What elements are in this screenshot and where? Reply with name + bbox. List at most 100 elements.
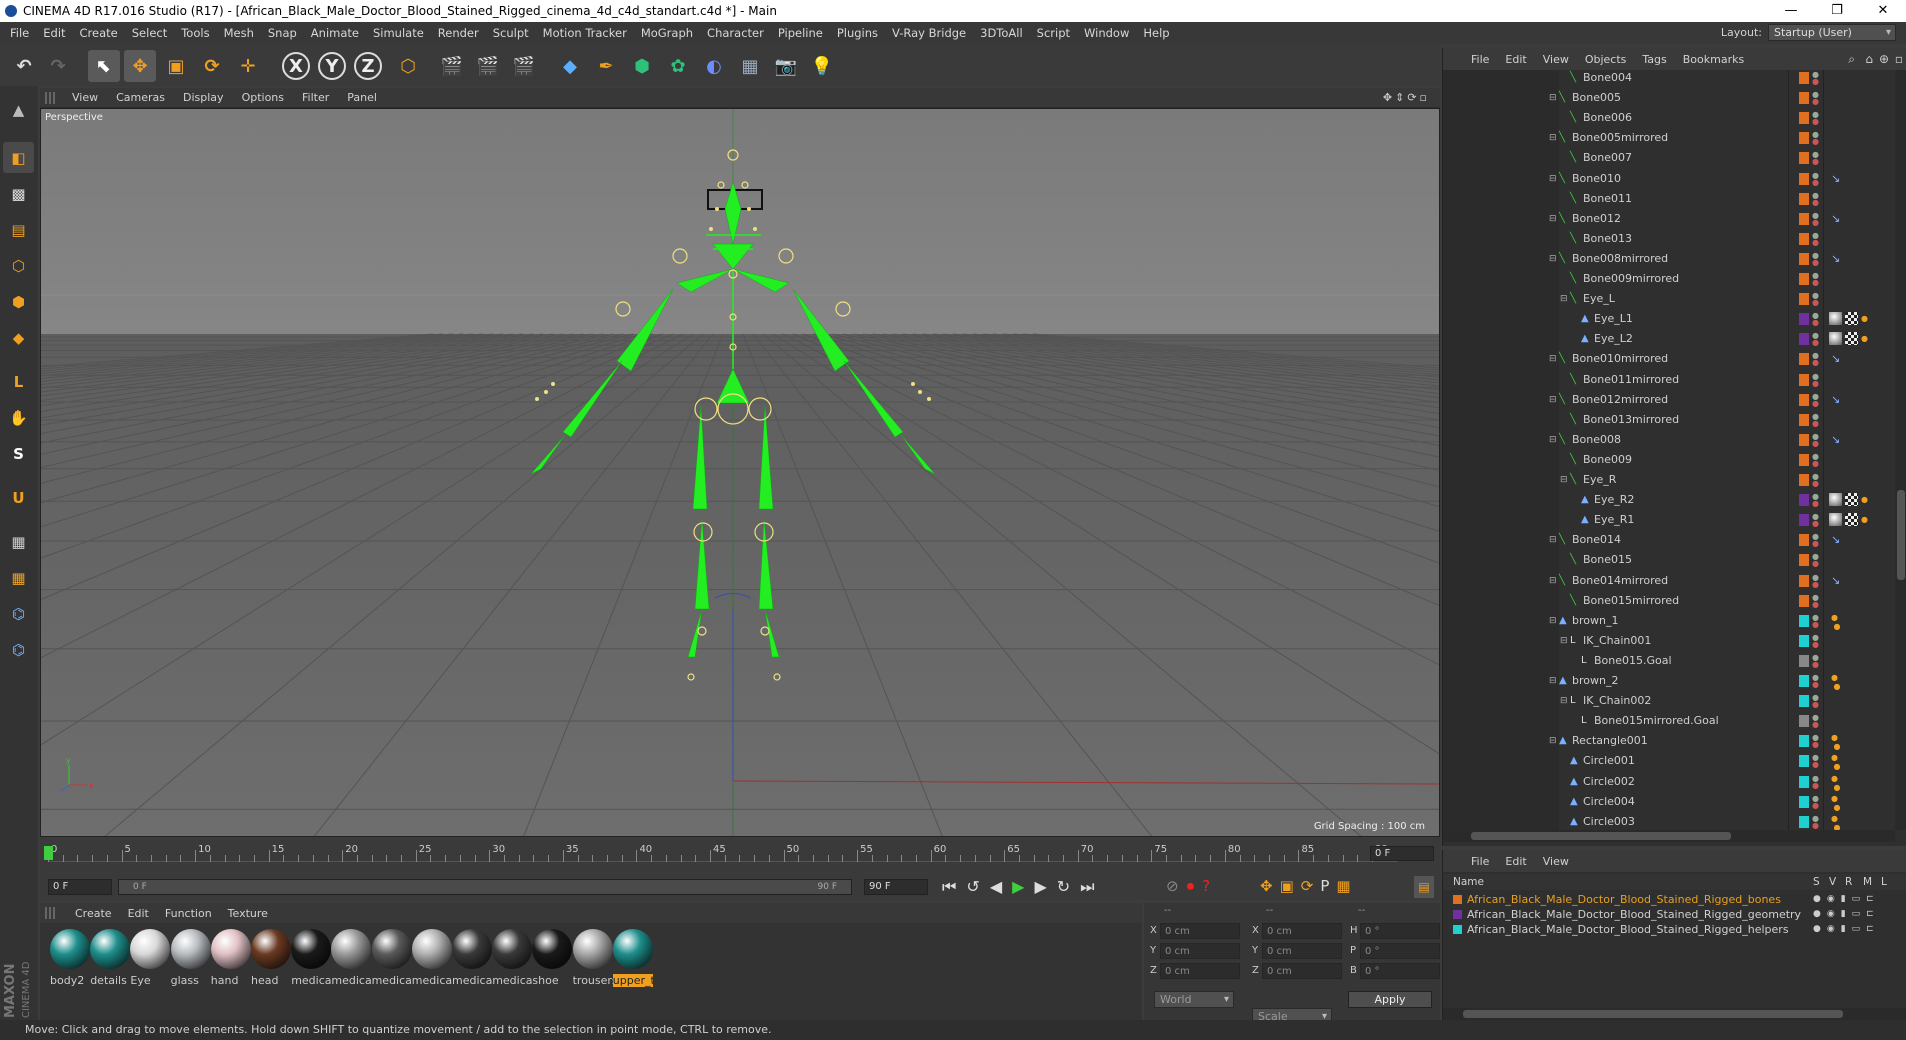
obj-new-view-icon[interactable]: ⊕ (1879, 52, 1889, 66)
object-row[interactable]: ⊟ ╲ Bone008mirrored ● ● ↘ (1443, 249, 1895, 269)
object-row[interactable]: ⊟ ╲ Bone010 ● ● ↘ (1443, 169, 1895, 189)
object-tree[interactable]: ╲ Bone004 ● ● ⊟ ╲ Bone005 ● ● ╲ Bone006 ● ● ⊟ ╲ Bone005… (1443, 70, 1895, 830)
viewport-menu-options[interactable]: Options (233, 91, 293, 104)
expand-toggle-icon[interactable]: ⊟ (1549, 349, 1557, 369)
record-buttons[interactable]: ⊘⏺? (1166, 877, 1218, 895)
visibility-dots-icon[interactable]: ● ● (1812, 774, 1819, 789)
layer-name[interactable]: African_Black_Male_Doctor_Blood_Stained_… (1467, 907, 1811, 922)
render-settings-icon[interactable]: 🎬 (508, 50, 540, 82)
object-scroll-thumb[interactable] (1897, 490, 1905, 580)
material-swatch[interactable]: glass (169, 929, 215, 993)
object-row[interactable]: ⊟ ▲ Rectangle001 ● ● ● ● (1443, 731, 1895, 751)
visibility-dots-icon[interactable]: ● ● (1812, 613, 1819, 628)
material-preview-ball[interactable] (170, 929, 211, 969)
menu-mesh[interactable]: Mesh (217, 26, 261, 40)
visibility-dots-icon[interactable]: ● ● (1812, 292, 1819, 307)
menu-mograph[interactable]: MoGraph (634, 26, 700, 40)
finger-joint[interactable] (535, 397, 539, 401)
layer-color-swatch[interactable] (1799, 775, 1809, 788)
material-swatch[interactable]: head (249, 929, 295, 993)
material-swatch[interactable]: medical (490, 929, 536, 993)
obj-menu-bookmarks[interactable]: Bookmarks (1675, 53, 1752, 66)
step-forward-icon[interactable]: ▶ (1034, 877, 1056, 896)
layer-color-swatch[interactable] (1799, 474, 1809, 486)
layer-color-swatch[interactable] (1799, 393, 1809, 406)
layer-color-swatch[interactable] (1799, 554, 1809, 567)
material-name[interactable]: medical (331, 974, 371, 987)
object-row[interactable]: ╲ Bone013 ● ● (1443, 229, 1895, 249)
material-preview-ball[interactable] (210, 929, 251, 969)
object-name[interactable]: brown_2 (1572, 671, 1618, 691)
expand-toggle-icon[interactable]: ⊟ (1560, 631, 1568, 651)
texture-tag-icon[interactable] (1845, 312, 1858, 326)
layer-color-swatch[interactable] (1799, 755, 1809, 768)
visibility-dots-icon[interactable]: ● ● (1812, 272, 1819, 287)
layer-color-swatch[interactable] (1799, 92, 1809, 105)
scale-tool-icon[interactable]: ▣ (160, 50, 192, 82)
material-swatch[interactable]: medical (450, 929, 496, 993)
layer-color-swatch[interactable] (1799, 252, 1809, 265)
visibility-dots-icon[interactable]: ● ● (1812, 392, 1819, 407)
material-preview-ball[interactable] (452, 929, 492, 969)
rotate-tool-icon[interactable]: ⟳ (196, 50, 228, 82)
obj-expand-icon[interactable]: ▫ (1895, 52, 1903, 66)
object-name[interactable]: Bone012mirrored (1572, 390, 1668, 410)
coord-system-dropdown[interactable]: World (1154, 991, 1234, 1008)
go-to-end-icon[interactable]: ⏭ (1080, 877, 1104, 896)
coord-position-field[interactable]: 0 cm (1160, 943, 1240, 959)
obj-search-icon[interactable]: ⌕ (1848, 52, 1855, 67)
next-keyframe-icon[interactable]: ↻ (1057, 877, 1080, 896)
layer-color-swatch[interactable] (1799, 112, 1809, 125)
timeline-layout-icon[interactable]: ▤ (1414, 876, 1434, 898)
material-name[interactable]: head (251, 974, 291, 987)
xpresso-tag-icon[interactable]: ● ● (1831, 814, 1841, 830)
lock-workplane-icon[interactable]: ▦ (3, 526, 34, 557)
object-row[interactable]: ⊟ ╲ Bone014 ● ● ↘ (1443, 530, 1895, 550)
visibility-dots-icon[interactable]: ● ● (1812, 513, 1819, 528)
layer-color-swatch[interactable] (1799, 172, 1809, 185)
end-frame-field[interactable]: 90 F (864, 879, 928, 895)
axis-mode-icon[interactable]: L (3, 366, 34, 397)
x-axis-lock-button[interactable]: X (282, 52, 310, 80)
layer-color-swatch[interactable] (1799, 433, 1809, 446)
z-axis-lock-button[interactable]: Z (354, 52, 382, 80)
xpresso-tag-icon[interactable]: ● ● (1831, 733, 1841, 751)
visibility-dots-icon[interactable]: ● ● (1812, 533, 1819, 548)
object-row[interactable]: ⊟ ╲ Bone012 ● ● ↘ (1443, 209, 1895, 229)
visibility-dots-icon[interactable]: ● ● (1812, 432, 1819, 447)
object-row[interactable]: ⊟ ▲ brown_2 ● ● ● ● (1443, 671, 1895, 691)
layer-color-swatch[interactable] (1799, 353, 1809, 366)
workplane-align-icon[interactable]: ▦ (3, 562, 34, 593)
coord-position-field[interactable]: 0 cm (1160, 923, 1240, 939)
visibility-dots-icon[interactable]: ● ● (1812, 91, 1819, 106)
object-row[interactable]: ╲ Bone009mirrored ● ● (1443, 269, 1895, 289)
visibility-dots-icon[interactable]: ● ● (1812, 553, 1819, 568)
layer-color-swatch[interactable] (1799, 494, 1809, 507)
object-name[interactable]: Bone005 (1572, 88, 1621, 108)
material-swatch[interactable]: Eye (128, 929, 174, 993)
coord-position-field[interactable]: 0 cm (1160, 963, 1240, 979)
object-name[interactable]: Eye_R (1583, 470, 1616, 490)
material-preview-ball[interactable] (331, 929, 372, 969)
object-row[interactable]: ▲ Circle001 ● ● ● ● (1443, 751, 1895, 771)
start-frame-field[interactable]: 0 F (48, 879, 112, 895)
visibility-dots-icon[interactable]: ● ● (1812, 754, 1819, 769)
object-name[interactable]: Circle001 (1583, 751, 1635, 771)
menu-help[interactable]: Help (1136, 26, 1176, 40)
object-row[interactable]: ╲ Bone004 ● ● (1443, 70, 1895, 88)
layer-menu-file[interactable]: File (1463, 855, 1497, 868)
object-name[interactable]: Bone011 (1583, 189, 1632, 209)
menu-plugins[interactable]: Plugins (830, 26, 885, 40)
autokey-icon[interactable]: ? (1202, 877, 1218, 895)
menu-file[interactable]: File (3, 26, 36, 40)
material-preview-ball[interactable] (612, 929, 653, 969)
layer-color-swatch[interactable] (1799, 654, 1809, 667)
coord-rotation-field[interactable]: 0 ° (1360, 923, 1440, 939)
visibility-dots-icon[interactable]: ● ● (1812, 412, 1819, 427)
expand-toggle-icon[interactable]: ⊟ (1549, 249, 1557, 269)
apply-button[interactable]: Apply (1348, 991, 1432, 1008)
expand-toggle-icon[interactable]: ⊟ (1549, 88, 1557, 108)
layer-color-swatch[interactable] (1799, 715, 1809, 728)
object-name[interactable]: Bone008 (1572, 430, 1621, 450)
layer-color-swatch[interactable] (1799, 72, 1809, 84)
